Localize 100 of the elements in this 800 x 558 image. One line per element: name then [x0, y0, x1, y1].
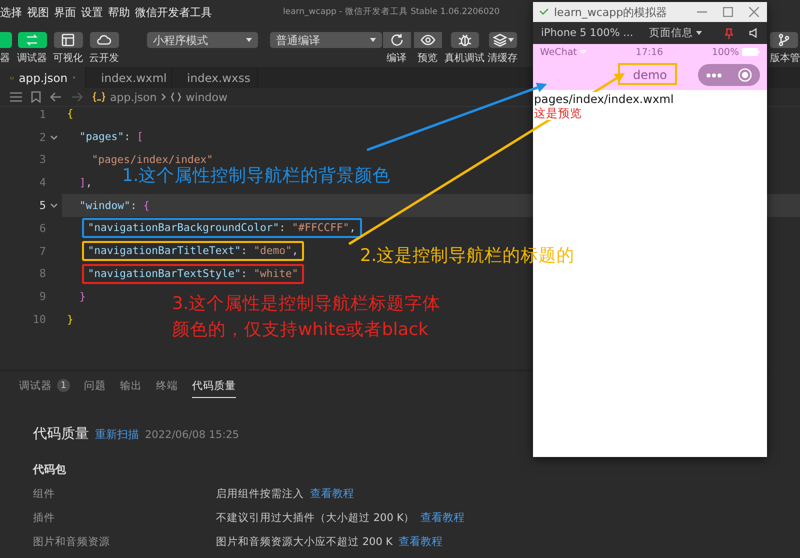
toolbar-label: 编译: [386, 52, 406, 65]
pin-icon: [725, 28, 733, 38]
group-heading: 代码包: [33, 462, 67, 477]
nav-title: demo: [632, 68, 668, 82]
toolbar-label: 可视化: [53, 52, 83, 65]
page-text: pages/index/index.wxml: [534, 92, 674, 106]
panel-tab[interactable]: 问题: [84, 374, 106, 398]
layout-icon: [60, 32, 76, 48]
rescan-link[interactable]: 重新扫描: [95, 427, 139, 442]
menu-item[interactable]: 选择: [0, 4, 22, 20]
window-title: learn_wcapp的模拟器: [554, 4, 668, 20]
braces-icon: [92, 91, 106, 103]
device-select[interactable]: iPhone 5 100% ...: [541, 27, 634, 39]
tab-label: index.wxml: [101, 70, 167, 84]
timestamp: 2022/06/08 15:25: [145, 429, 240, 441]
line-number: 8: [38, 267, 46, 280]
editor-tab[interactable]: index.wxml: [86, 67, 172, 88]
line-number: 3: [38, 153, 46, 166]
breadcrumb-item[interactable]: app.json: [110, 90, 157, 104]
toolbar-button[interactable]: [488, 32, 516, 48]
back-arrow-icon: [50, 92, 62, 102]
bug-icon: [456, 32, 472, 48]
branch-icon: [776, 32, 792, 48]
check-name: 组件: [33, 486, 56, 500]
toolbar-button[interactable]: [54, 32, 82, 48]
check-name: 图片和音频资源: [33, 534, 111, 548]
code-line: }: [66, 312, 74, 328]
highlight-box: [618, 63, 677, 85]
status-time: 17:16: [636, 46, 664, 58]
panel-tab[interactable]: 代码质量: [192, 374, 236, 398]
tutorial-link[interactable]: 查看教程: [310, 486, 354, 501]
menu-item[interactable]: 视图: [27, 4, 49, 20]
object-braces-icon: [170, 92, 182, 102]
check-message: 不建议引用过大插件（大小超过 200 K）: [216, 510, 415, 524]
refresh-icon: [388, 32, 404, 48]
capsule-menu[interactable]: [698, 64, 760, 86]
line-number: 6: [38, 222, 46, 235]
toolbar-button[interactable]: [414, 32, 442, 48]
code-line: "pages": [: [78, 130, 144, 146]
line-number: 10: [32, 313, 46, 326]
list-icon: [10, 92, 22, 102]
toolbar-button[interactable]: [450, 32, 478, 48]
menu-item[interactable]: 设置: [81, 4, 103, 20]
panel-tab[interactable]: 输出: [120, 374, 142, 398]
maximize-icon: [723, 7, 733, 17]
code-line: "pages/index/index": [90, 152, 214, 166]
eye-icon: [420, 32, 436, 48]
toolbar-label: 清缓存: [488, 52, 518, 65]
check-message: 图片和音频资源大小应不超过 200 K: [216, 534, 393, 548]
panel-tab[interactable]: 终端: [156, 374, 178, 398]
line-number: 7: [38, 244, 46, 258]
toolbar-label: 云开发: [89, 52, 119, 65]
check-message: 启用组件按需注入: [216, 486, 304, 500]
caret-icon: [508, 38, 514, 42]
breadcrumb-item[interactable]: window: [186, 90, 228, 104]
toolbar-label: 调试器: [17, 52, 47, 65]
menu-item[interactable]: 帮助: [108, 4, 130, 20]
close-icon: [749, 7, 759, 17]
toolbar-button[interactable]: [18, 32, 46, 48]
caret-icon: [246, 38, 252, 42]
code-line: {: [66, 107, 74, 122]
toolbar-label: 版本管: [770, 52, 800, 65]
caret-icon: [370, 38, 376, 42]
editor-tab[interactable]: app.json: [0, 67, 86, 88]
panel-tab[interactable]: 调试器 1: [19, 374, 70, 398]
editor-tab[interactable]: index.wxss: [172, 67, 258, 88]
battery-icon: [742, 48, 760, 56]
code-line: "window": {: [78, 198, 151, 214]
code-line: }: [78, 290, 87, 305]
tutorial-link[interactable]: 查看教程: [420, 510, 465, 525]
arrows-icon: [24, 32, 40, 48]
annotation-text: 1.这个属性控制导航栏的背景颜色: [122, 166, 391, 187]
toolbar-button[interactable]: [770, 32, 798, 48]
caret-icon: [696, 31, 702, 35]
tab-label: index.wxss: [187, 70, 250, 84]
layers-icon: [492, 32, 508, 48]
page-info-menu[interactable]: 页面信息: [649, 26, 694, 40]
annotation-text: 3.这个属性是控制导航栏标题字体颜色的，仅支持white或者black: [172, 293, 442, 342]
toolbar-button[interactable]: [90, 32, 118, 48]
app-icon: [539, 7, 549, 17]
toolbar-label: 预览: [418, 52, 438, 65]
check-name: 插件: [33, 510, 56, 524]
bookmark-icon: [31, 91, 41, 103]
toolbar-label: 器: [0, 52, 10, 65]
code-line: ],: [78, 176, 94, 191]
tutorial-link[interactable]: 查看教程: [398, 534, 443, 549]
toolbar-button[interactable]: [382, 32, 410, 48]
speaker-icon: [749, 28, 759, 38]
page-text: 这是预览: [534, 106, 582, 120]
dropdown[interactable]: 小程序模式: [147, 32, 258, 48]
menu-item[interactable]: 微信开发者工具: [135, 4, 212, 20]
dropdown[interactable]: 普通编译: [270, 32, 382, 48]
section-title: 代码质量: [33, 425, 89, 443]
more-dots-icon: [706, 72, 722, 78]
count-badge: 1: [57, 379, 70, 392]
line-number: 9: [38, 290, 46, 304]
menu-item[interactable]: 界面: [54, 4, 76, 20]
battery-percent: 100%: [712, 46, 739, 58]
target-icon: [738, 68, 752, 82]
toolbar-label: 真机调试: [444, 52, 484, 65]
